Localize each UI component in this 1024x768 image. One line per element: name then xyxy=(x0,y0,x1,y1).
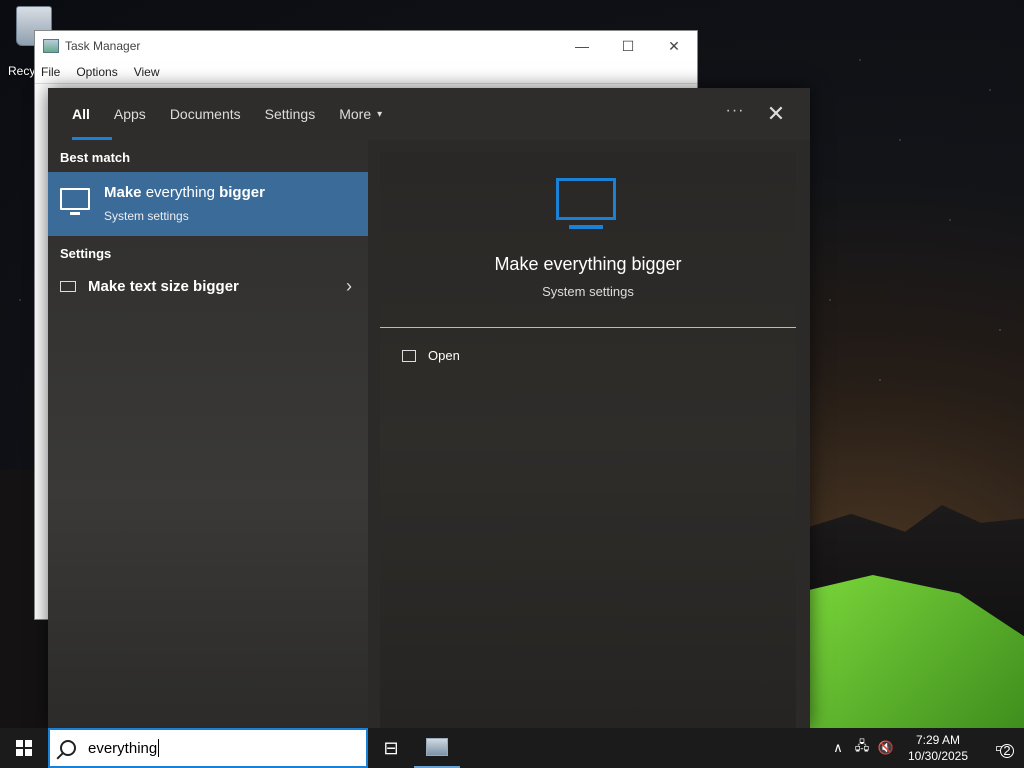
settings-result-label: Make text size bigger xyxy=(88,278,239,295)
best-match-header: Best match xyxy=(60,150,131,165)
open-label: Open xyxy=(428,348,460,363)
volume-muted-icon[interactable]: 🔇 xyxy=(874,728,898,768)
task-manager-titlebar[interactable]: Task Manager — ☐ ✕ xyxy=(35,31,697,61)
network-icon[interactable]: 🖧 xyxy=(850,728,874,768)
preview-title: Make everything bigger xyxy=(494,254,682,274)
clock-time: 7:29 AM xyxy=(915,733,961,747)
chevron-down-icon: ▾ xyxy=(377,108,383,120)
menu-file[interactable]: File xyxy=(41,65,60,79)
task-manager-title: Task Manager xyxy=(65,39,141,53)
task-manager-menu: File Options View xyxy=(35,61,697,83)
chevron-up-icon[interactable]: ∧ xyxy=(826,728,850,768)
results-list: Best match Make everything bigger System… xyxy=(48,140,368,728)
best-match-subtitle: System settings xyxy=(104,209,189,223)
windows-icon xyxy=(16,740,32,756)
system-tray: ∧ 🖧 🔇 7:29 AM 10/30/2025 ▭ 2 xyxy=(826,728,1024,768)
settings-header: Settings xyxy=(60,246,112,261)
taskbar-search-box[interactable]: everything xyxy=(48,728,368,768)
start-search-panel: All Apps Documents Settings More ▾ ··· ✕ … xyxy=(48,88,810,728)
tab-more[interactable]: More ▾ xyxy=(327,88,394,140)
monitor-large-icon xyxy=(556,178,616,229)
taskbar-task-manager[interactable] xyxy=(414,728,460,768)
search-tabs: All Apps Documents Settings More ▾ ··· ✕ xyxy=(48,88,810,140)
taskbar: everything ⊟ ∧ 🖧 🔇 7:29 AM 10/30/2025 ▭ … xyxy=(0,728,1024,768)
chevron-right-icon[interactable]: › xyxy=(346,276,352,297)
monitor-small-icon xyxy=(60,281,76,292)
result-preview: Make everything bigger System settings O… xyxy=(380,152,796,728)
tab-apps[interactable]: Apps xyxy=(102,88,158,140)
clock[interactable]: 7:29 AM 10/30/2025 xyxy=(898,732,978,764)
close-icon[interactable]: ✕ xyxy=(762,100,790,128)
action-center-button[interactable]: ▭ 2 xyxy=(978,728,1024,768)
open-action[interactable]: Open xyxy=(402,348,460,363)
maximize-button[interactable]: ☐ xyxy=(605,31,651,61)
more-options-icon[interactable]: ··· xyxy=(722,102,748,126)
monitor-icon xyxy=(60,188,90,215)
minimize-button[interactable]: — xyxy=(559,31,605,61)
best-match-title: Make everything bigger xyxy=(104,184,265,201)
menu-view[interactable]: View xyxy=(134,65,160,79)
notification-count: 2 xyxy=(1000,744,1014,758)
close-button[interactable]: ✕ xyxy=(651,31,697,61)
start-button[interactable] xyxy=(0,728,48,768)
menu-options[interactable]: Options xyxy=(76,65,117,79)
settings-result[interactable]: Make text size bigger › xyxy=(48,268,368,308)
text-cursor xyxy=(158,739,160,757)
preview-subtitle: System settings xyxy=(542,284,634,299)
open-icon xyxy=(402,349,416,362)
tab-settings[interactable]: Settings xyxy=(253,88,328,140)
recycle-bin-label: Recy xyxy=(8,64,36,78)
search-input[interactable]: everything xyxy=(88,740,157,757)
tab-documents[interactable]: Documents xyxy=(158,88,253,140)
preview-divider xyxy=(380,327,796,328)
task-view-button[interactable]: ⊟ xyxy=(368,728,414,768)
task-manager-taskbar-icon xyxy=(426,738,448,756)
task-manager-icon xyxy=(43,39,59,53)
search-icon xyxy=(60,740,76,756)
tab-all[interactable]: All xyxy=(60,88,112,140)
clock-date: 10/30/2025 xyxy=(907,749,969,763)
best-match-result[interactable]: Make everything bigger System settings xyxy=(48,172,368,236)
